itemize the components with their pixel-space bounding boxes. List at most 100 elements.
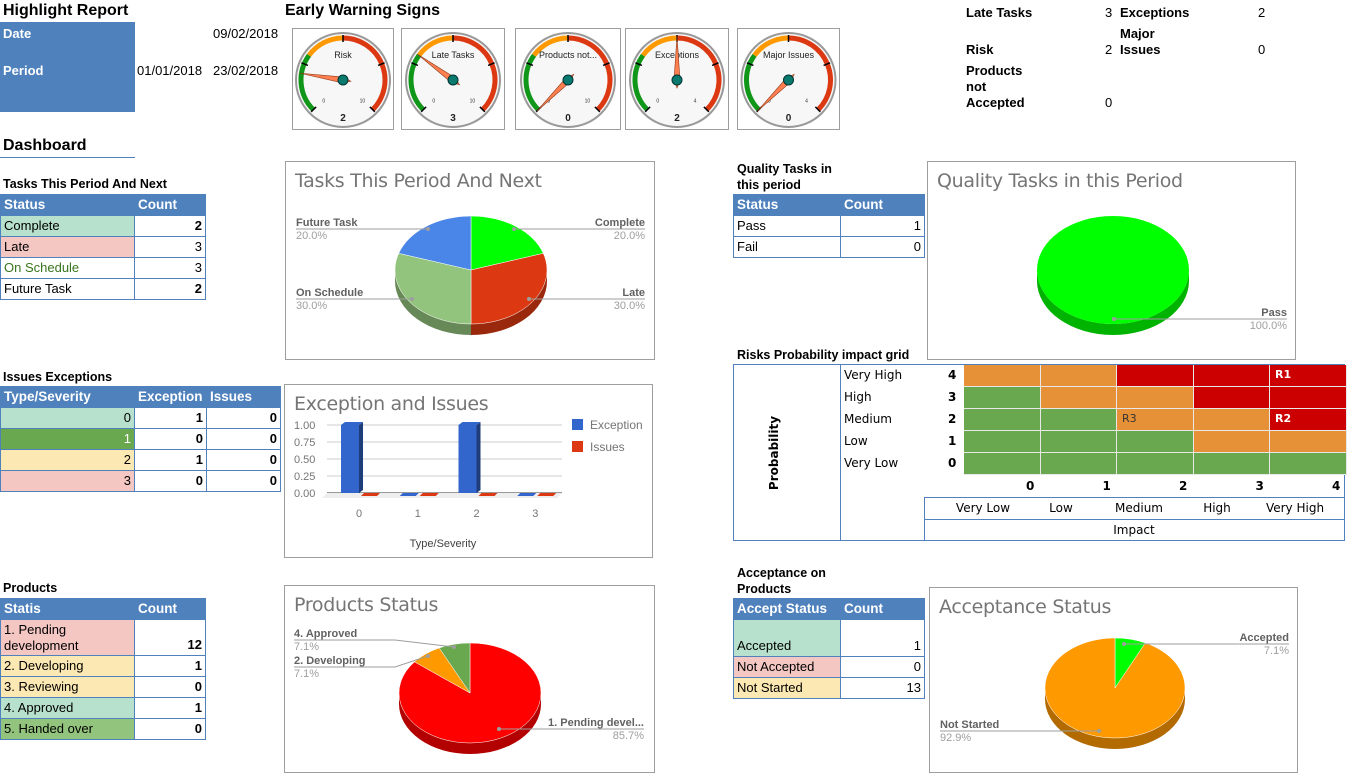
probability-number: 3 xyxy=(948,390,957,404)
probability-level-label: Very Low xyxy=(844,456,899,470)
bar-side xyxy=(476,422,481,493)
quality-status: Pass xyxy=(733,215,841,237)
summary-major-value: 0 xyxy=(1258,42,1266,57)
impact-level-label: High xyxy=(1203,501,1231,515)
probability-number: 4 xyxy=(948,368,957,382)
pie-label-percent: 7.1% xyxy=(1264,645,1289,657)
exceptions-bar-chart[interactable]: Exception and Issues 0.00 0.25 0.50 0.75 1.0… xyxy=(284,384,653,558)
gauge-exceptions[interactable]: 04Exceptions2 xyxy=(625,28,729,130)
risk-cell-green xyxy=(1117,453,1194,475)
gauge-max-label: 10 xyxy=(360,99,366,105)
gauge-value: 2 xyxy=(674,113,680,124)
gauge-svg: 04Exceptions2 xyxy=(629,32,725,128)
probability-level-label: Medium xyxy=(844,412,892,426)
summary-exceptions-label: Exceptions xyxy=(1120,5,1190,20)
bar-ytick-label: 1.00 xyxy=(294,420,315,432)
risk-cell-orange xyxy=(1117,387,1194,409)
pie-label-category: 1. Pending devel... xyxy=(548,717,644,729)
pie-leader-dot xyxy=(426,227,430,231)
legend-swatch-issues xyxy=(572,441,583,452)
quality-pie-svg: Pass100.0% xyxy=(1037,216,1288,335)
gauge-value: 2 xyxy=(340,113,346,124)
products-pie-svg: 1. Pending devel...85.7%2. Developing7.1… xyxy=(294,628,644,754)
issue-issues: 0 xyxy=(206,449,281,471)
pie-label-percent: 30.0% xyxy=(296,300,327,312)
pie-leader-dot xyxy=(1122,642,1126,646)
pie-label-percent: 85.7% xyxy=(613,730,644,742)
products-col-status: Statis xyxy=(0,598,135,620)
table-row: 2. Developing 1 xyxy=(0,655,206,677)
gauge-min-label: 0 xyxy=(432,99,435,105)
products-table: Statis Count 1. Pending development 12 2. D… xyxy=(0,598,206,740)
product-status: 5. Handed over xyxy=(0,718,135,740)
task-count: 2 xyxy=(134,215,206,237)
quality-title-line-2: this period xyxy=(737,178,801,192)
product-status-line-2: development xyxy=(4,637,79,653)
table-row: 210 xyxy=(0,449,281,471)
table-row: Future Task 2 xyxy=(0,278,206,300)
gauge-svg: 0 4Major Issues0 xyxy=(740,32,837,128)
legend-swatch-exception xyxy=(572,419,583,430)
report-title: Highlight Report xyxy=(3,2,129,19)
risk-cell-green xyxy=(964,431,1041,453)
pie-label-percent: 100.0% xyxy=(1250,320,1288,332)
pie-leader-dot xyxy=(527,297,531,301)
legend-label-exception: Exception xyxy=(590,418,643,432)
gauge-risk[interactable]: 0 10 Risk 2 xyxy=(292,28,394,130)
quality-count: 1 xyxy=(840,215,925,237)
risk-cell-orange xyxy=(1270,431,1347,453)
table-row: Pass 1 xyxy=(733,215,925,237)
tasks-col-count: Count xyxy=(134,194,206,216)
summary-risk-value: 2 xyxy=(1105,42,1113,57)
impact-level-label: Very Low xyxy=(955,501,1011,515)
pie-label-category: 4. Approved xyxy=(294,628,357,640)
acceptance-col-count: Count xyxy=(840,598,925,620)
pie-label-percent: 7.1% xyxy=(294,668,319,680)
pie-label-category: Late xyxy=(622,287,645,299)
task-status: On Schedule xyxy=(0,257,135,279)
issues-col-exception: Exception xyxy=(134,386,207,408)
acceptance-table-title: Acceptance on Products xyxy=(737,565,826,597)
risk-cell-green xyxy=(1040,409,1117,431)
risk-cell-green xyxy=(964,453,1041,475)
tasks-pie-chart[interactable]: Tasks This Period And Next Complete 20.0%… xyxy=(285,161,655,360)
table-row: On Schedule 3 xyxy=(0,257,206,279)
risk-divider xyxy=(840,365,841,540)
product-status: 4. Approved xyxy=(0,697,135,719)
bar-ytick-label: 0.00 xyxy=(294,488,315,500)
acceptance-pie-chart[interactable]: Acceptance Status Accepted 7.1% Not Starte… xyxy=(929,587,1298,773)
acceptance-title-line-1: Acceptance on xyxy=(737,566,826,580)
risk-marker-r3: R3 xyxy=(1122,412,1137,425)
risk-cell-red xyxy=(1193,387,1270,409)
gauge-products-not[interactable]: 0 10 Products not... 0 xyxy=(515,28,621,130)
gauge-hub xyxy=(447,74,459,86)
task-count: 3 xyxy=(134,257,206,279)
impact-level-label: Low xyxy=(1049,501,1073,515)
pie-label-percent: 7.1% xyxy=(294,641,319,653)
acceptance-count: 1 xyxy=(840,619,925,657)
gauge-svg: 0 10Products not...0 xyxy=(520,32,616,128)
tasks-table: Status Count Complete 2 Late 3 On Schedule 3… xyxy=(0,194,206,300)
products-pie-chart[interactable]: Products Status 1. Pending devel... 85.7%… xyxy=(284,585,655,773)
probability-number: 1 xyxy=(948,434,957,448)
risk-cell-red xyxy=(1270,387,1347,409)
task-status: Complete xyxy=(0,215,135,237)
summary-pna-value: 0 xyxy=(1105,95,1113,110)
bar-issues-flat xyxy=(419,493,439,496)
bar-exception-flat xyxy=(399,493,419,496)
quality-pie-chart[interactable]: Quality Tasks in this Period Pass 100.0% xyxy=(927,161,1296,360)
issue-exception: 1 xyxy=(134,449,207,471)
issue-type: 1 xyxy=(0,428,135,450)
probability-axis-label: Probability xyxy=(767,415,781,491)
table-row: 010 xyxy=(0,407,281,429)
products-col-count: Count xyxy=(134,598,206,620)
risk-cell-green xyxy=(1193,453,1270,475)
gauge-hub xyxy=(562,74,574,86)
dashboard-heading: Dashboard xyxy=(3,137,87,154)
impact-number: 3 xyxy=(1255,479,1264,493)
gauge-label: Major Issues xyxy=(763,50,815,60)
bar-ytick-label: 0.25 xyxy=(294,471,315,483)
bar-issues-flat xyxy=(361,493,380,496)
gauge-major-issues[interactable]: 0 4 Major Issues 0 xyxy=(737,28,840,130)
gauge-late-tasks[interactable]: 0 10 Late Tasks 3 xyxy=(401,28,505,130)
